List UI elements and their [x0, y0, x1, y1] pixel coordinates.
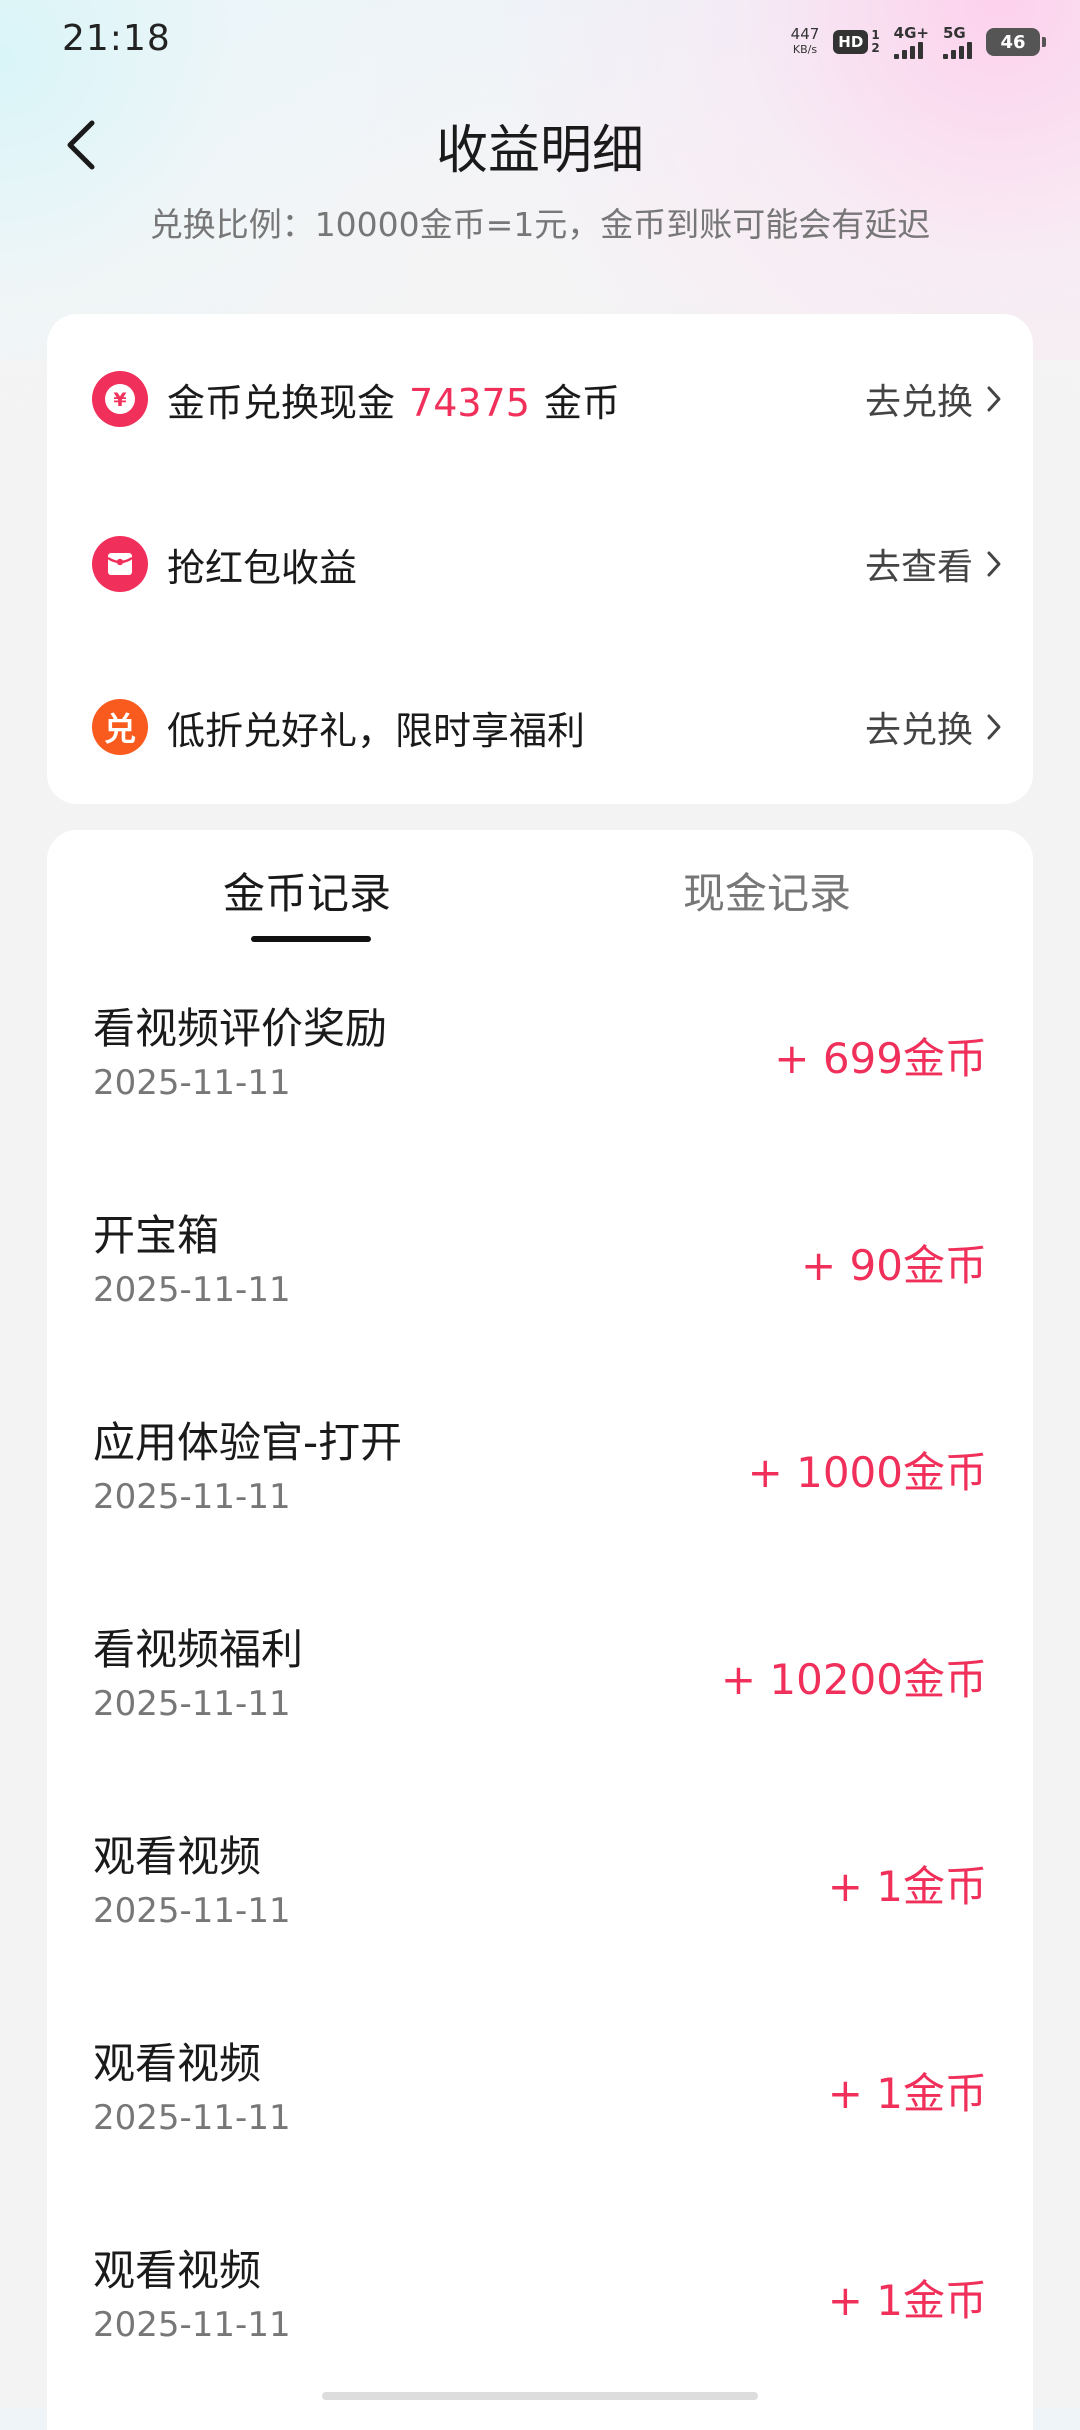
coin-exchange-label: 金币兑换现金	[167, 380, 396, 425]
record-title: 看视频福利	[93, 1625, 304, 1674]
network-speed-value: 447	[790, 25, 820, 43]
record-title: 开宝箱	[93, 1211, 220, 1260]
chevron-right-icon	[987, 386, 1001, 412]
record-date: 2025-11-11	[93, 2305, 291, 2345]
hd-sub-bottom: 2	[871, 41, 880, 55]
status-time: 21:18	[62, 18, 171, 59]
go-exchange-button[interactable]: 去兑换	[865, 373, 1003, 425]
page-title: 收益明细	[435, 121, 644, 181]
sim1-tech: 4G+	[893, 24, 929, 42]
tab-cash-records[interactable]: 现金记录	[617, 860, 917, 921]
sim1-signal-icon: 4G+	[893, 24, 929, 59]
record-amount: + 1000金币	[747, 1448, 987, 1497]
menu-item-coin-exchange[interactable]: ¥ 金币兑换现金 74375 金币 去兑换	[47, 344, 1033, 454]
record-row: 观看视频 2025-11-11 + 1金币	[47, 1823, 1033, 2013]
record-date: 2025-11-11	[93, 2098, 291, 2138]
record-title: 看视频评价奖励	[93, 1004, 388, 1053]
coin-unit: 金币	[543, 380, 620, 425]
record-amount: + 1金币	[827, 1862, 987, 1911]
record-row: 观看视频 2025-11-11 + 1金币	[47, 2030, 1033, 2220]
sim2-bars	[943, 41, 972, 59]
svg-text:¥: ¥	[113, 389, 126, 411]
record-amount: + 699金币	[774, 1034, 987, 1083]
tab-coin-records[interactable]: 金币记录	[157, 860, 457, 921]
record-row: 应用体验官-打开 2025-11-11 + 1000金币	[47, 1409, 1033, 1599]
sim2-tech: 5G	[943, 24, 966, 42]
sim1-bars	[893, 41, 923, 59]
home-indicator	[322, 2392, 758, 2400]
exchange-ratio-note: 兑换比例：10000金币=1元，金币到账可能会有延迟	[149, 205, 931, 244]
record-date: 2025-11-11	[93, 1063, 291, 1103]
record-title: 观看视频	[93, 2039, 262, 2088]
hd-sub: 1 2	[871, 29, 879, 55]
discount-gifts-label: 低折兑好礼，限时享福利	[167, 708, 586, 753]
record-amount: + 1金币	[827, 2276, 987, 2325]
red-packet-label: 抢红包收益	[167, 545, 358, 590]
record-date: 2025-11-11	[93, 1477, 291, 1517]
record-amount: + 10200金币	[720, 1655, 987, 1704]
exchange-char-icon: 兑	[92, 699, 148, 755]
hd-label: HD	[833, 30, 869, 54]
chevron-right-icon	[987, 714, 1001, 740]
red-packet-icon	[92, 536, 148, 592]
chevron-right-icon	[987, 551, 1001, 577]
record-title: 观看视频	[93, 1832, 262, 1881]
status-icons: 447 KB/s HD 1 2 4G+ 5G 46	[791, 20, 1046, 64]
go-view-button[interactable]: 去查看	[865, 538, 1003, 590]
action-label: 去查看	[864, 547, 973, 588]
battery-icon: 46	[986, 28, 1046, 56]
menu-item-red-packet[interactable]: 抢红包收益 去查看	[47, 509, 1033, 619]
record-amount: + 90金币	[801, 1241, 987, 1290]
action-label: 去兑换	[864, 382, 973, 423]
record-date: 2025-11-11	[93, 1684, 291, 1724]
exchange-char: 兑	[103, 710, 136, 748]
action-label: 去兑换	[864, 710, 973, 751]
record-row: 看视频评价奖励 2025-11-11 + 699金币	[47, 995, 1033, 1185]
go-exchange-gifts-button[interactable]: 去兑换	[865, 701, 1003, 753]
record-row: 开宝箱 2025-11-11 + 90金币	[47, 1202, 1033, 1392]
record-amount: + 1金币	[827, 2069, 987, 2118]
record-date: 2025-11-11	[93, 1891, 291, 1931]
menu-item-label: 金币兑换现金 74375 金币	[167, 372, 620, 427]
records-card: 金币记录 现金记录 看视频评价奖励 2025-11-11 + 699金币开宝箱 202…	[47, 830, 1033, 2430]
coin-balance: 74375	[409, 380, 530, 425]
record-date: 2025-11-11	[93, 1270, 291, 1310]
record-title: 应用体验官-打开	[93, 1418, 403, 1467]
network-speed: 447 KB/s	[791, 26, 820, 58]
menu-item-discount-gifts[interactable]: 兑 低折兑好礼，限时享福利 去兑换	[47, 672, 1033, 782]
sim2-signal-icon: 5G	[943, 25, 972, 59]
yen-icon: ¥	[92, 371, 148, 427]
active-tab-indicator	[251, 936, 371, 942]
battery-level: 46	[1000, 31, 1026, 53]
hd-voice-icon: HD 1 2	[833, 29, 880, 55]
status-bar: 21:18 447 KB/s HD 1 2 4G+ 5G 46	[0, 0, 1080, 80]
menu-card: ¥ 金币兑换现金 74375 金币 去兑换 抢红包收益 去查看 兑 低折兑好礼，…	[47, 314, 1033, 804]
record-title: 观看视频	[93, 2246, 262, 2295]
network-speed-unit: KB/s	[792, 43, 818, 56]
record-row: 看视频福利 2025-11-11 + 10200金币	[47, 1616, 1033, 1806]
